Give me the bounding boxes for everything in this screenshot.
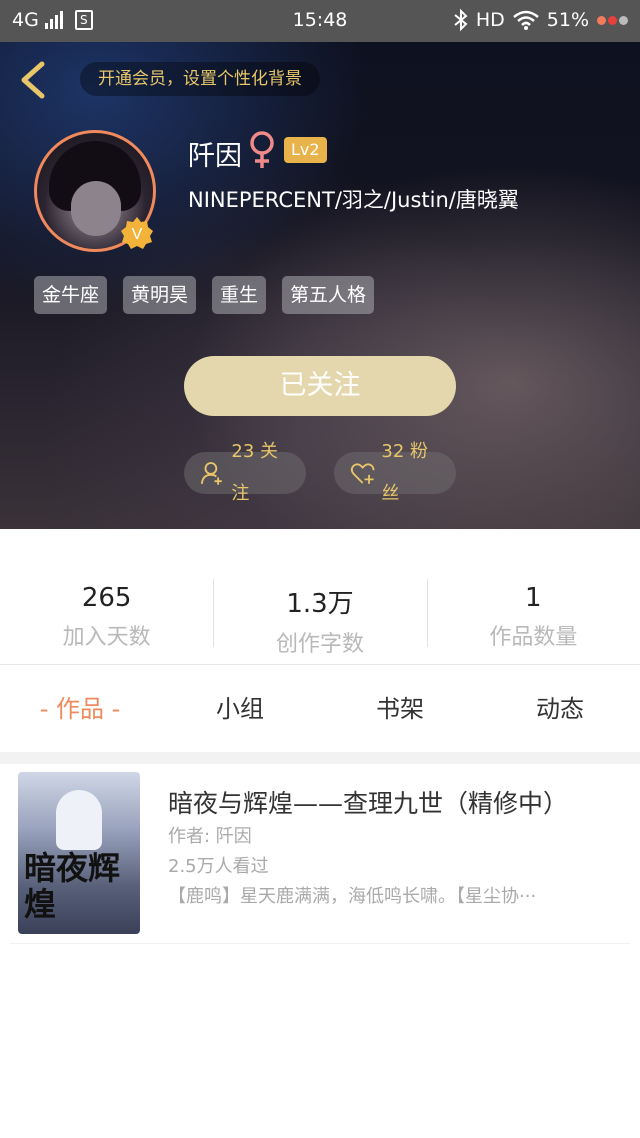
status-bar: 4G S 15:48 HD 51% (0, 0, 640, 42)
back-icon[interactable] (14, 58, 54, 102)
stat-works-count: 1 作品数量 (426, 529, 640, 664)
profile-header: 开通会员，设置个性化背景 V 阡因 Lv2 NINEPERCENT/羽之/Jus… (0, 42, 640, 529)
avatar[interactable]: V (34, 130, 156, 252)
section-divider (0, 752, 640, 764)
status-right: HD 51% (454, 9, 628, 31)
tag-list: 金牛座 黄明昊 重生 第五人格 (34, 276, 375, 314)
tag-item[interactable]: 第五人格 (282, 276, 375, 314)
heart-add-icon (350, 463, 375, 484)
book-cover[interactable]: 暗夜辉煌 (18, 772, 140, 934)
tab-bookshelf[interactable]: 书架 (320, 666, 480, 752)
tag-item[interactable]: 黄明昊 (123, 276, 197, 314)
stat-value: 265 (81, 583, 132, 613)
user-bio: NINEPERCENT/羽之/Justin/唐晓翼 (188, 188, 519, 212)
stat-label: 加入天数 (62, 625, 151, 650)
cover-title: 暗夜辉煌 (24, 849, 121, 923)
book-views: 2.5万人看过 (168, 856, 269, 877)
svg-text:V: V (132, 226, 143, 243)
battery-label: 51% (546, 9, 589, 31)
stat-label: 创作字数 (275, 632, 364, 657)
book-description: 【鹿鸣】星天鹿满满，海低鸣长啸。【星尘协··· (168, 886, 537, 907)
vip-banner[interactable]: 开通会员，设置个性化背景 (80, 62, 320, 96)
verified-badge-icon: V (121, 217, 153, 249)
level-badge: Lv2 (284, 137, 327, 163)
fans-count: 32 粉丝 (381, 441, 429, 504)
tab-bar: - 作品 - 小组 书架 动态 (0, 666, 640, 752)
tag-item[interactable]: 金牛座 (34, 276, 108, 314)
book-author: 作者: 阡因 (168, 826, 252, 847)
stat-word-count: 1.3万 创作字数 (213, 529, 426, 664)
stat-join-days: 265 加入天数 (0, 529, 213, 664)
book-card[interactable]: 暗夜辉煌 暗夜与辉煌——查理九世（精修中） 作者: 阡因 2.5万人看过 【鹿鸣… (10, 764, 630, 944)
stats-bar: 265 加入天数 1.3万 创作字数 1 作品数量 (0, 529, 640, 665)
notification-dots-icon (597, 15, 628, 25)
book-title[interactable]: 暗夜与辉煌——查理九世（精修中） (168, 784, 568, 820)
username: 阡因 (188, 141, 242, 172)
following-count: 23 关注 (231, 441, 279, 504)
female-icon (250, 131, 274, 168)
stat-value: 1.3万 (286, 589, 354, 619)
stat-label: 作品数量 (489, 625, 578, 650)
bluetooth-icon (454, 9, 468, 31)
tab-groups[interactable]: 小组 (160, 666, 320, 752)
follow-button[interactable]: 已关注 (184, 356, 456, 416)
tab-activity[interactable]: 动态 (480, 666, 640, 752)
wifi-icon (512, 10, 539, 30)
following-button[interactable]: 23 关注 (184, 441, 306, 504)
fans-button[interactable]: 32 粉丝 (334, 441, 456, 504)
hd-label: HD (475, 9, 505, 31)
tab-works[interactable]: - 作品 - (0, 666, 160, 752)
stat-value: 1 (525, 583, 542, 613)
user-add-icon (200, 462, 222, 485)
tag-item[interactable]: 重生 (212, 276, 267, 314)
